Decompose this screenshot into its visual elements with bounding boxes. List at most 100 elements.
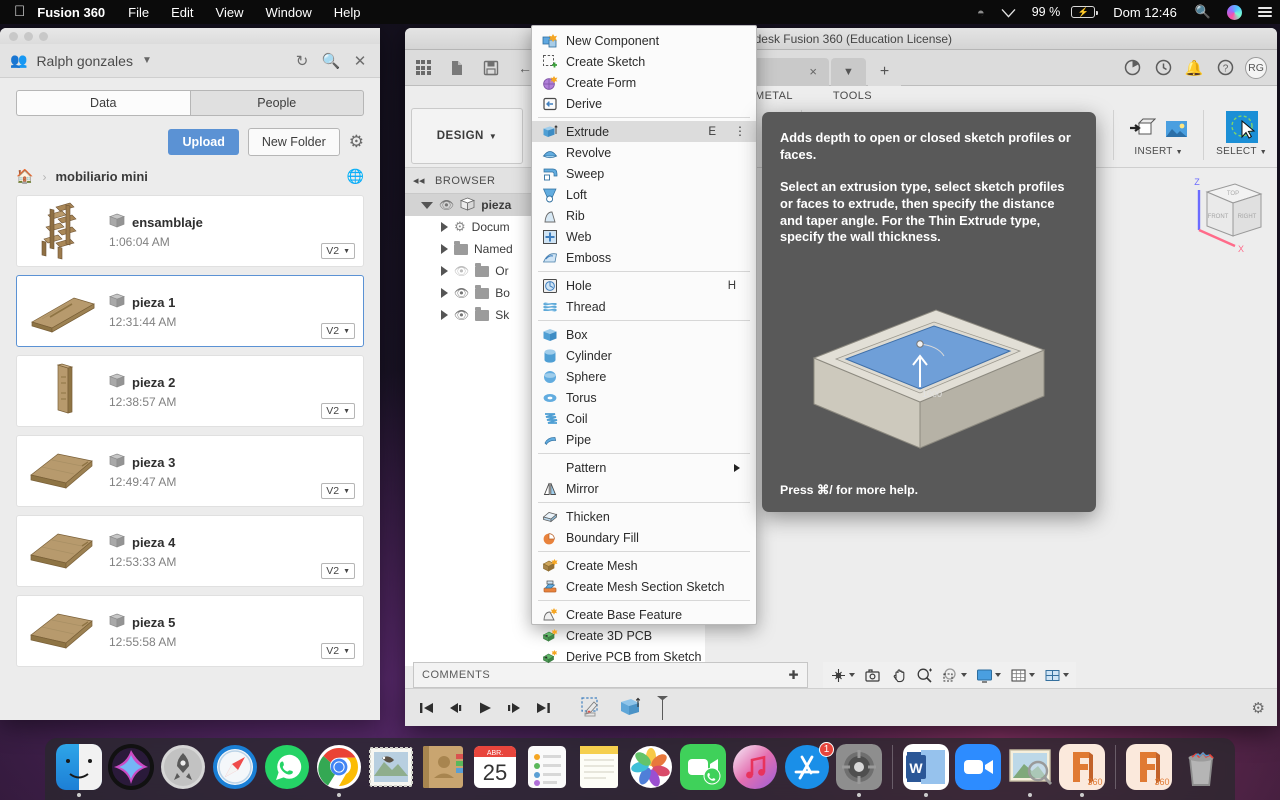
- menu-item-create-sketch[interactable]: Create Sketch: [532, 51, 756, 72]
- menu-item-rib[interactable]: Rib: [532, 205, 756, 226]
- menu-item-new-component[interactable]: New Component: [532, 30, 756, 51]
- expand-triangle-icon[interactable]: [441, 266, 448, 276]
- dock-item-launchpad[interactable]: [157, 744, 209, 797]
- jump-to-end-icon[interactable]: [535, 701, 551, 715]
- dock-item-reminders[interactable]: [521, 744, 573, 797]
- wifi-icon[interactable]: [993, 7, 1024, 18]
- dock-item-notes[interactable]: [573, 744, 625, 797]
- menu-item-coil[interactable]: Coil: [532, 408, 756, 429]
- menubar-item-edit[interactable]: Edit: [160, 5, 204, 20]
- dock-item-word[interactable]: W: [900, 744, 952, 797]
- dock-item-safari[interactable]: [209, 744, 261, 797]
- menu-item-create-form[interactable]: Create Form: [532, 72, 756, 93]
- gear-icon[interactable]: ⚙: [349, 132, 364, 152]
- close-icon[interactable]: ×: [809, 64, 817, 79]
- control-center-icon[interactable]: [1250, 7, 1280, 17]
- new-document-icon[interactable]: [445, 56, 469, 80]
- job-status-icon[interactable]: [1121, 57, 1143, 79]
- dock-item-chrome[interactable]: [313, 744, 365, 797]
- expand-triangle-icon[interactable]: [441, 222, 448, 232]
- close-icon[interactable]: ✕: [350, 52, 370, 70]
- display-settings-icon[interactable]: [973, 665, 1004, 686]
- menubar-item-file[interactable]: File: [117, 5, 160, 20]
- dock-item-mail[interactable]: [365, 744, 417, 797]
- avatar[interactable]: RG: [1245, 56, 1267, 79]
- dock-item-zoom[interactable]: [952, 744, 1004, 797]
- globe-icon[interactable]: 🌐: [347, 168, 364, 185]
- menu-item-cylinder[interactable]: Cylinder: [532, 345, 756, 366]
- version-badge[interactable]: V2 ▼: [321, 323, 355, 339]
- menu-item-thicken[interactable]: Thicken: [532, 506, 756, 527]
- timeline-sketch-feature-icon[interactable]: [580, 696, 606, 720]
- zoom-icon[interactable]: [913, 665, 936, 686]
- window-close-button[interactable]: [9, 31, 18, 41]
- timeline-extrude-feature-icon[interactable]: [619, 696, 641, 720]
- menu-item-sphere[interactable]: Sphere: [532, 366, 756, 387]
- menu-item-extrude[interactable]: Extrude E ⋮: [532, 121, 756, 142]
- step-forward-icon[interactable]: [506, 701, 522, 715]
- list-item[interactable]: pieza 5 12:55:58 AM V2 ▼: [16, 595, 364, 667]
- list-item[interactable]: ensamblaje 1:06:04 AM V2 ▼: [16, 195, 364, 267]
- visibility-eye-icon[interactable]: 👁: [454, 308, 469, 322]
- play-icon[interactable]: [477, 701, 493, 715]
- menu-item-create-base-feature[interactable]: Create Base Feature: [532, 604, 756, 625]
- orbit-icon[interactable]: [827, 665, 858, 686]
- search-icon[interactable]: 🔍: [321, 52, 341, 70]
- save-icon[interactable]: [479, 56, 503, 80]
- breadcrumb-current[interactable]: mobiliario mini: [55, 169, 147, 184]
- dock-item-app-store[interactable]: 1: [781, 742, 834, 797]
- grid-snap-icon[interactable]: [1007, 665, 1038, 686]
- app-grid-icon[interactable]: [411, 56, 435, 80]
- dock-item-trash[interactable]: [1175, 744, 1227, 797]
- menu-item-box[interactable]: Box: [532, 324, 756, 345]
- insert-derive-icon[interactable]: [1126, 114, 1157, 144]
- chevron-down-icon[interactable]: ▼: [142, 55, 152, 66]
- account-name[interactable]: Ralph gonzales: [36, 53, 133, 69]
- version-badge[interactable]: V2 ▼: [321, 403, 355, 419]
- menubar-clock[interactable]: Dom 12:46: [1103, 5, 1187, 20]
- menu-item-emboss[interactable]: Emboss: [532, 247, 756, 268]
- siri-icon[interactable]: [1219, 4, 1250, 20]
- window-minimize-button[interactable]: [24, 31, 33, 41]
- menubar-item-view[interactable]: View: [205, 5, 255, 20]
- tab-dropdown-button[interactable]: ▼: [831, 57, 866, 86]
- jump-to-beginning-icon[interactable]: [419, 701, 435, 715]
- dock-item-calendar[interactable]: ABR. 25: [469, 744, 521, 797]
- list-item[interactable]: pieza 4 12:53:33 AM V2 ▼: [16, 515, 364, 587]
- dock-item-siri[interactable]: [105, 744, 157, 797]
- menubar-item-help[interactable]: Help: [323, 5, 372, 20]
- dock-item-photos[interactable]: [625, 744, 677, 797]
- workspace-switcher-button[interactable]: DESIGN ▼: [411, 108, 523, 164]
- visibility-eye-off-icon[interactable]: 👁: [454, 264, 469, 278]
- dock-item-preview[interactable]: [1004, 744, 1056, 797]
- select-icon[interactable]: [1225, 110, 1259, 144]
- menu-item-hole[interactable]: Hole H: [532, 275, 756, 296]
- home-icon[interactable]: 🏠: [16, 168, 33, 185]
- list-item[interactable]: pieza 1 12:31:44 AM V2 ▼: [16, 275, 364, 347]
- version-badge[interactable]: V2 ▼: [321, 483, 355, 499]
- menu-item-torus[interactable]: Torus: [532, 387, 756, 408]
- menu-item-sweep[interactable]: Sweep: [532, 163, 756, 184]
- timeline-marker-icon[interactable]: [654, 695, 670, 721]
- menu-item-create-mesh-section-sketch[interactable]: Create Mesh Section Sketch: [532, 576, 756, 597]
- bluetooth-icon[interactable]: ◓: [969, 5, 993, 20]
- zoom-window-icon[interactable]: [939, 665, 970, 686]
- dock-item-whatsapp[interactable]: [261, 744, 313, 797]
- list-item[interactable]: pieza 2 12:38:57 AM V2 ▼: [16, 355, 364, 427]
- viewports-icon[interactable]: [1041, 665, 1072, 686]
- menu-item-create-3d-pcb[interactable]: Create 3D PCB: [532, 625, 756, 646]
- tab-add-button[interactable]: +: [867, 57, 902, 86]
- view-cube[interactable]: TOP FRONT RIGHT Z X: [1177, 168, 1269, 268]
- menu-item-web[interactable]: Web: [532, 226, 756, 247]
- expand-triangle-icon[interactable]: [441, 244, 448, 254]
- expand-triangle-icon[interactable]: [421, 201, 433, 209]
- add-comment-icon[interactable]: ✚: [788, 668, 799, 682]
- version-badge[interactable]: V2 ▼: [321, 643, 355, 659]
- version-badge[interactable]: V2 ▼: [321, 563, 355, 579]
- menubar-app-name[interactable]: Fusion 360: [37, 5, 117, 20]
- gear-icon[interactable]: ⚙: [1252, 699, 1265, 717]
- menu-item-loft[interactable]: Loft: [532, 184, 756, 205]
- dock-item-facetime[interactable]: [677, 744, 729, 797]
- dock-item-finder[interactable]: [53, 744, 105, 797]
- menu-item-overflow-icon[interactable]: ⋮: [734, 125, 746, 137]
